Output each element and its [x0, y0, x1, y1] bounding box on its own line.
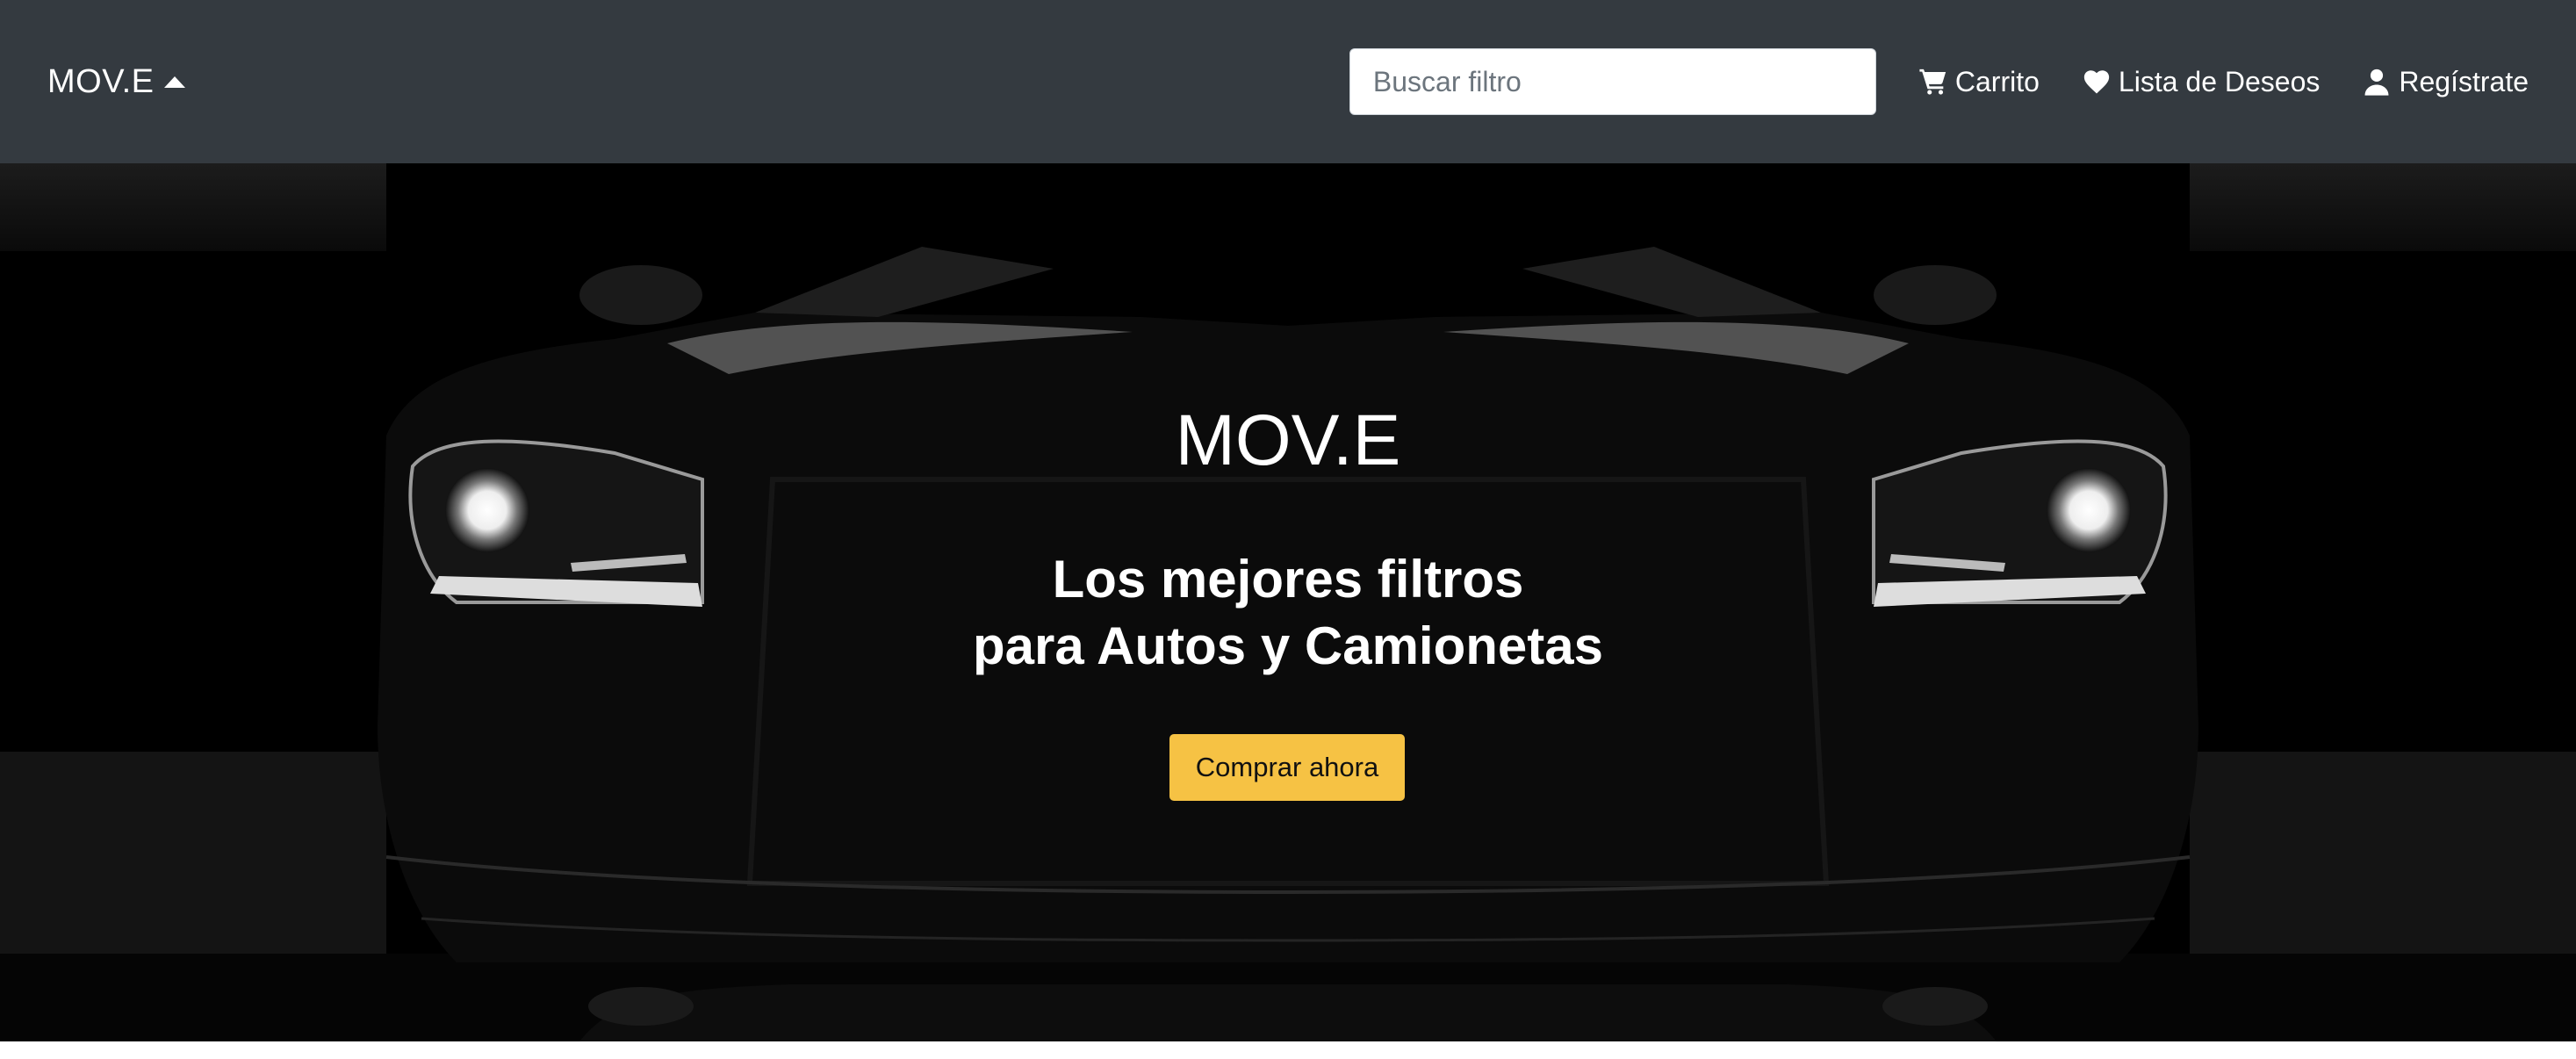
navbar: MOV.E Carrito Lista de Deseos Regístrate [0, 0, 2576, 163]
hero-section: MOV.E Los mejores filtros para Autos y C… [0, 163, 2576, 1041]
hero-subtitle: Los mejores filtros para Autos y Camione… [0, 546, 2576, 680]
nav-link-label: Lista de Deseos [2118, 65, 2321, 97]
hero-subtitle-line2: para Autos y Camionetas [973, 616, 1603, 675]
nav-link-label: Regístrate [2399, 65, 2529, 97]
user-icon [2364, 68, 2389, 96]
nav-right: Carrito Lista de Deseos Regístrate [1349, 48, 2529, 115]
hero-title: MOV.E [1175, 400, 1401, 480]
nav-link-wishlist[interactable]: Lista de Deseos [2082, 66, 2320, 98]
brand-link[interactable]: MOV.E [47, 62, 186, 101]
nav-link-label: Carrito [1954, 65, 2040, 97]
nav-link-register[interactable]: Regístrate [2362, 66, 2529, 98]
caret-up-icon [164, 76, 186, 88]
hero-subtitle-line1: Los mejores filtros [1052, 550, 1524, 609]
heart-icon [2083, 70, 2110, 94]
search-input[interactable] [1349, 48, 1876, 115]
brand-name: MOV.E [47, 62, 155, 100]
page-bottom [0, 1041, 2576, 1059]
nav-link-cart[interactable]: Carrito [1918, 66, 2040, 98]
cart-icon [1919, 68, 1946, 95]
hero-content: MOV.E Los mejores filtros para Autos y C… [0, 163, 2576, 1041]
buy-now-button[interactable]: Comprar ahora [1169, 734, 1405, 801]
